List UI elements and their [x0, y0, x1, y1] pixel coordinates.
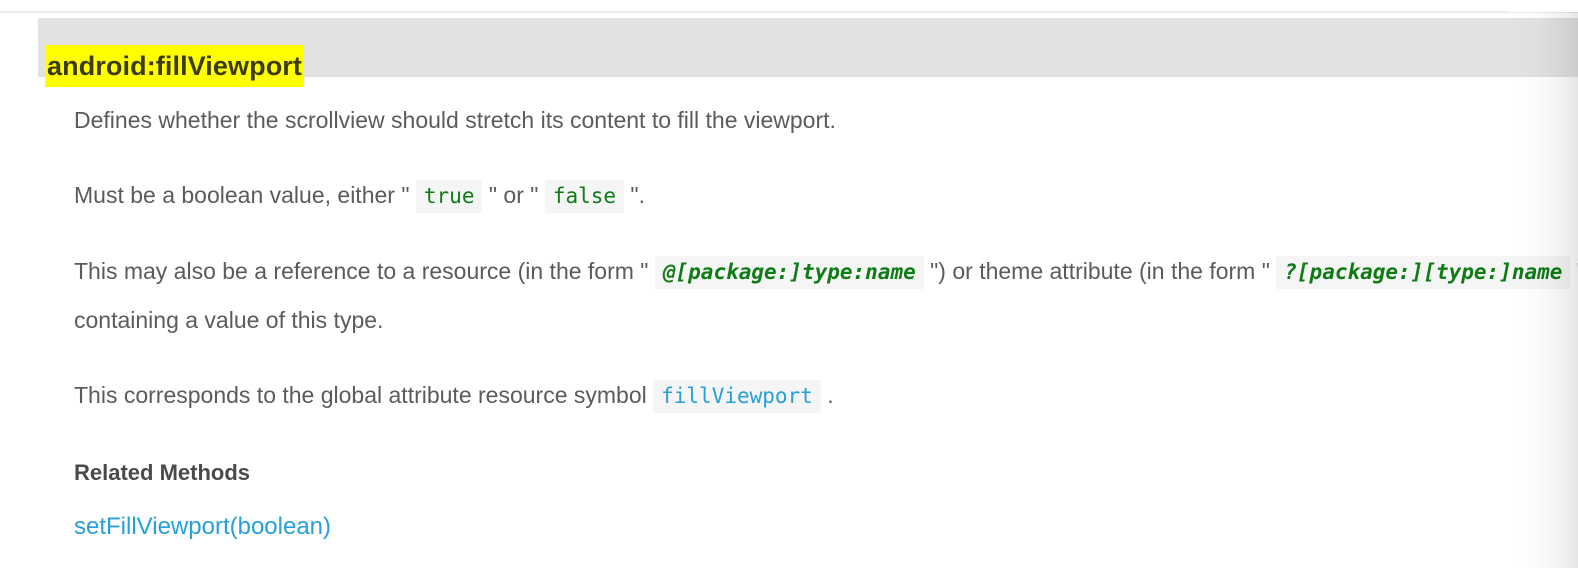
- code-false: false: [544, 180, 625, 213]
- reference-lead-text: This may also be a reference to a resour…: [74, 258, 655, 284]
- code-theme-attribute: ?[package:][type:]name: [1276, 256, 1571, 289]
- code-symbol-fillviewport[interactable]: fillViewport: [653, 380, 821, 413]
- boolean-mid-text: " or ": [482, 182, 545, 208]
- attribute-name-heading: android:fillViewport: [45, 45, 305, 88]
- paragraph-boolean-values: Must be a boolean value, either " true "…: [74, 171, 1578, 220]
- attribute-description-body: Defines whether the scrollview should st…: [74, 96, 1578, 420]
- boolean-lead-text: Must be a boolean value, either ": [74, 182, 416, 208]
- paragraph-description: Defines whether the scrollview should st…: [74, 107, 836, 133]
- boolean-tail-text: ".: [624, 182, 645, 208]
- code-resource-reference: @[package:]type:name: [654, 256, 924, 289]
- symbol-tail-text: .: [820, 382, 834, 408]
- symbol-lead-text: This corresponds to the global attribute…: [74, 382, 654, 408]
- related-method-link[interactable]: setFillViewport(boolean): [74, 510, 331, 544]
- top-divider: [0, 11, 1578, 13]
- paragraph-global-symbol: This corresponds to the global attribute…: [74, 371, 1578, 420]
- attribute-documentation-page: android:fillViewport Defines whether the…: [0, 0, 1578, 568]
- reference-mid-text: ") or theme attribute (in the form ": [923, 258, 1277, 284]
- code-true: true: [415, 180, 483, 213]
- paragraph-resource-reference: This may also be a reference to a resour…: [74, 247, 1578, 344]
- related-methods-heading: Related Methods: [74, 460, 251, 485]
